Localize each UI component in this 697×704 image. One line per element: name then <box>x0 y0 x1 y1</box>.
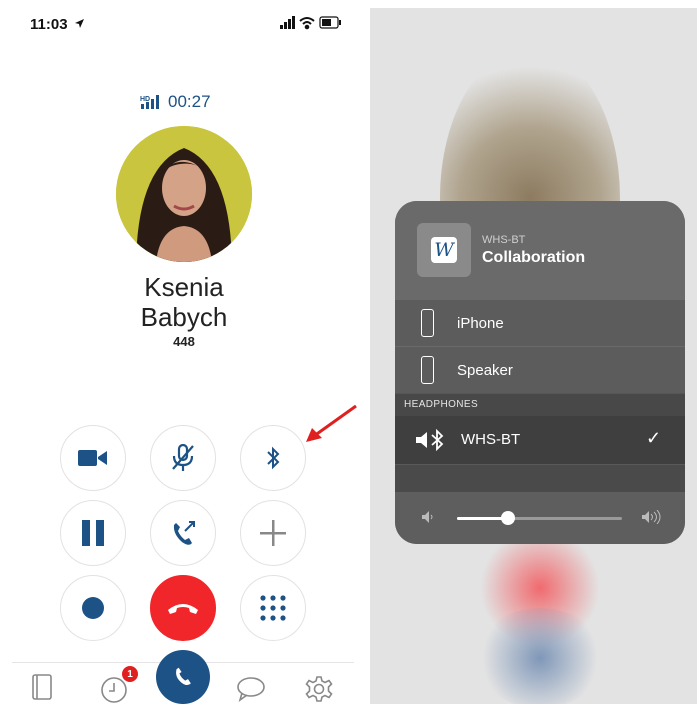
transfer-button[interactable] <box>150 500 216 566</box>
bluetooth-icon <box>267 446 280 470</box>
record-icon <box>82 597 104 619</box>
output-speaker[interactable]: Speaker <box>395 346 685 393</box>
call-screen: 11:03 HD 00:27 Ksenia Babych 448 1 <box>0 0 368 704</box>
collaboration-app-icon: W <box>431 237 457 263</box>
speaker-icon <box>421 356 434 384</box>
call-timer: HD 00:27 <box>140 92 211 112</box>
battery-icon <box>319 16 341 29</box>
tab-call-button[interactable] <box>156 650 210 704</box>
volume-control <box>395 492 685 544</box>
app-icon: W <box>417 223 471 277</box>
video-camera-icon <box>78 450 107 466</box>
plus-icon <box>260 520 286 546</box>
pause-icon <box>82 520 104 546</box>
audio-route-panel: W WHS-BT Collaboration iPhone Speaker HE… <box>395 201 685 544</box>
status-icons <box>280 16 341 30</box>
bluetooth-button[interactable] <box>240 425 306 491</box>
timer-text: 00:27 <box>168 92 211 111</box>
contact-extension: 448 <box>173 334 195 349</box>
video-button[interactable] <box>60 425 126 491</box>
phone-icon <box>176 667 191 686</box>
contact-last-name: Babych <box>140 302 228 332</box>
status-bar: 11:03 <box>0 14 368 34</box>
status-time: 11:03 <box>30 16 68 33</box>
volume-low-icon <box>422 511 433 523</box>
annotation-arrow-icon <box>306 404 357 442</box>
contact-avatar <box>116 126 252 262</box>
add-call-button[interactable] <box>240 500 306 566</box>
tab-settings[interactable] <box>305 675 333 703</box>
hd-label: HD <box>140 96 150 103</box>
now-playing-header: W WHS-BT Collaboration <box>395 201 685 299</box>
record-button[interactable] <box>60 575 126 641</box>
selected-checkmark-icon: ✓ <box>646 428 662 448</box>
panel-spacer <box>395 464 685 492</box>
hold-button[interactable] <box>60 500 126 566</box>
output-whs-bt[interactable]: WHS-BT ✓ <box>395 416 685 464</box>
tab-recents[interactable] <box>100 676 128 704</box>
audio-output-screen: W WHS-BT Collaboration iPhone Speaker HE… <box>370 8 697 704</box>
mute-button[interactable] <box>150 425 216 491</box>
blurred-call-button <box>475 608 605 704</box>
call-transfer-icon <box>173 521 195 545</box>
section-header-label: HEADPHONES <box>404 399 479 410</box>
location-arrow-icon <box>75 19 84 28</box>
end-call-button[interactable] <box>150 575 216 641</box>
output-speaker-label: Speaker <box>457 362 513 379</box>
wifi-icon <box>299 17 315 30</box>
output-whs-bt-label: WHS-BT <box>461 431 521 448</box>
keypad-button[interactable] <box>240 575 306 641</box>
microphone-off-icon <box>172 444 194 471</box>
source-app: Collaboration <box>482 249 586 266</box>
headphones-section-header: HEADPHONES <box>395 394 685 416</box>
recents-badge: 1 <box>122 666 138 682</box>
volume-slider[interactable] <box>457 511 622 525</box>
output-iphone-label: iPhone <box>457 315 504 332</box>
volume-thumb[interactable] <box>501 511 516 525</box>
hang-up-icon <box>168 604 198 614</box>
keypad-icon <box>260 595 286 621</box>
signal-icon <box>280 16 295 29</box>
tab-contacts[interactable] <box>30 674 54 700</box>
iphone-icon <box>421 309 434 337</box>
bluetooth-speaker-icon <box>416 429 444 451</box>
source-device: WHS-BT <box>482 234 526 246</box>
volume-high-icon <box>642 510 661 524</box>
contact-first-name: Ksenia <box>144 272 224 302</box>
tab-chat[interactable] <box>236 676 266 702</box>
output-iphone[interactable]: iPhone <box>395 299 685 346</box>
hd-signal-icon: HD <box>140 95 159 109</box>
